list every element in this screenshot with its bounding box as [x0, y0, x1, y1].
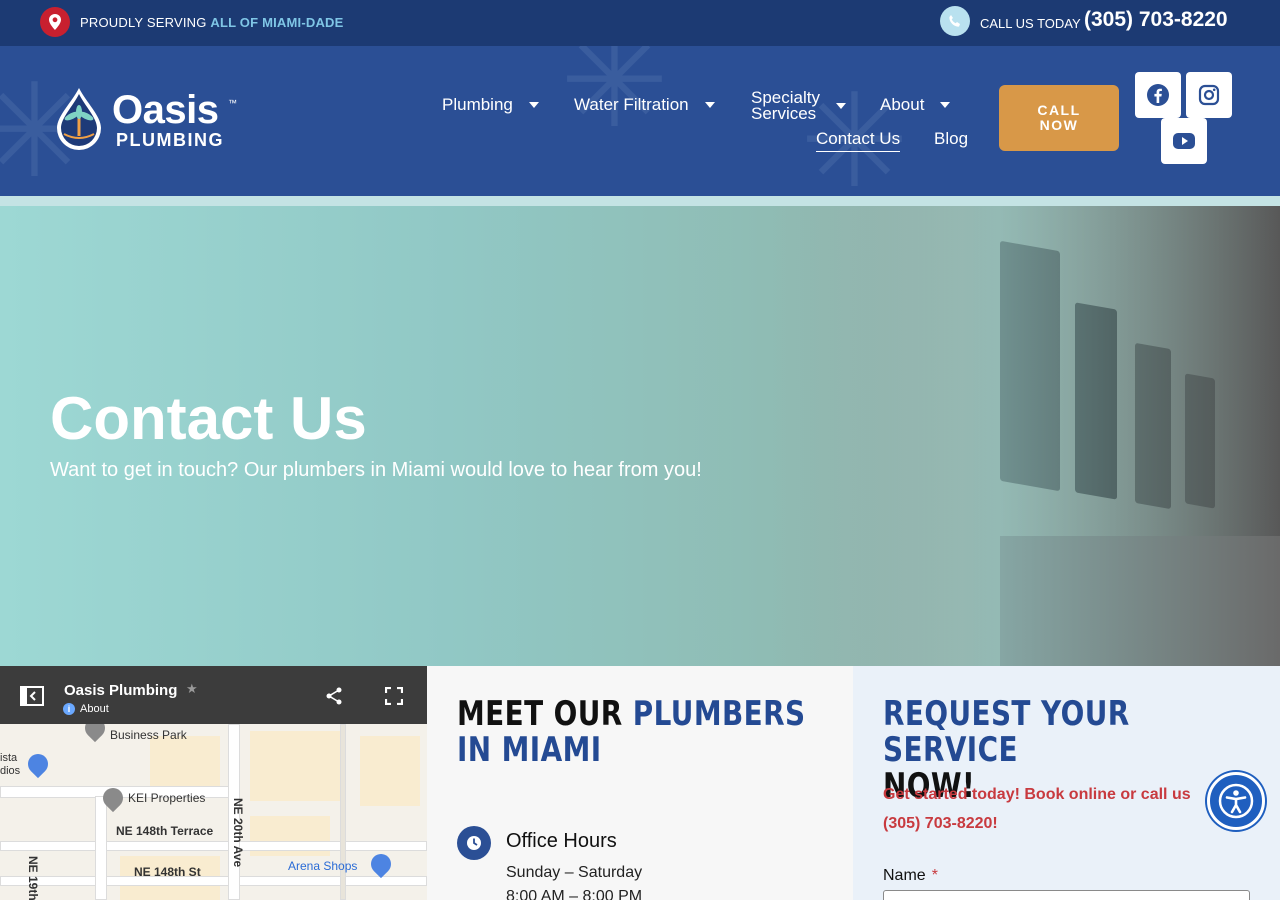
nav-water-filtration[interactable]: Water Filtration	[574, 95, 715, 115]
location-pin-icon	[40, 7, 70, 37]
map-label: KEI Properties	[128, 791, 206, 805]
required-marker: *	[931, 867, 938, 884]
request-text-body: Get started today! Book online or call u…	[883, 786, 1191, 803]
nav-plumbing-label: Plumbing	[442, 95, 513, 114]
caret-down-icon	[704, 102, 715, 108]
map-label: NE 19th Ave	[26, 856, 40, 900]
request-phone-suffix: !	[992, 815, 998, 832]
map-place-title[interactable]: Oasis Plumbing	[64, 682, 177, 699]
call-us-label: CALL US TODAY	[980, 16, 1081, 31]
info-icon: i	[63, 703, 75, 715]
nav-plumbing[interactable]: Plumbing	[442, 95, 539, 115]
site-logo[interactable]: Oasis ™ PLUMBING	[54, 84, 244, 154]
nav-blog-label: Blog	[934, 129, 969, 148]
fullscreen-icon[interactable]	[385, 687, 403, 705]
map-label: NE 148th Terrace	[116, 824, 214, 838]
instagram-link[interactable]	[1186, 72, 1232, 118]
youtube-icon	[1173, 133, 1195, 149]
call-now-button[interactable]: CALL NOW	[999, 85, 1119, 151]
nav-specialty-services[interactable]: Specialty Services	[751, 89, 820, 123]
top-bar: PROUDLY SERVING ALL OF MIAMI-DADE CALL U…	[0, 0, 1280, 46]
logo-wordmark: Oasis	[112, 88, 219, 132]
office-days: Sunday – Saturday	[506, 864, 643, 881]
call-now-line1: CALL	[1037, 102, 1081, 118]
request-heading-blue: REQUEST YOUR SERVICE	[883, 694, 1130, 770]
map-label: Business Park	[110, 728, 187, 742]
map-label: Arena Shops	[288, 859, 358, 873]
nav-about[interactable]: About	[880, 95, 951, 115]
map-road	[95, 796, 107, 900]
nav-contact-label: Contact Us	[816, 129, 901, 152]
office-hours-time: 8:00 AM – 8:00 PM	[506, 888, 643, 900]
clock-icon	[457, 826, 491, 860]
hero-subtitle: Want to get in touch? Our plumbers in Mi…	[50, 459, 702, 481]
nav-blog[interactable]: Blog	[934, 129, 968, 149]
map-about-label: About	[80, 703, 109, 715]
map-road	[0, 841, 427, 851]
accessibility-button[interactable]	[1207, 772, 1265, 830]
map-road	[340, 724, 346, 900]
meet-heading: MEET OUR PLUMBERS IN MIAMI	[457, 696, 842, 768]
name-field-label: Name *	[883, 867, 938, 885]
accessibility-icon	[1218, 783, 1254, 819]
meet-heading-black: MEET OUR	[457, 694, 623, 734]
share-icon[interactable]	[325, 687, 343, 705]
logo-trademark: ™	[228, 98, 237, 108]
map-about-link[interactable]: i About	[63, 703, 109, 715]
youtube-link[interactable]	[1161, 118, 1207, 164]
google-map-embed[interactable]: Business Park ista dios KEI Properties N…	[0, 666, 427, 900]
facebook-link[interactable]	[1135, 72, 1181, 118]
caret-down-icon	[940, 102, 951, 108]
hero-banner: Contact Us Want to get in touch? Our plu…	[0, 206, 1280, 666]
map-block	[250, 731, 340, 801]
office-hours-label: Office Hours	[506, 830, 617, 852]
request-text: Get started today! Book online or call u…	[883, 780, 1233, 838]
facebook-icon	[1147, 84, 1169, 106]
instagram-icon	[1198, 84, 1220, 106]
nav-specialty-label-line2: Services	[751, 104, 817, 123]
star-icon[interactable]: ★	[186, 681, 198, 697]
logo-subtitle: PLUMBING	[116, 130, 224, 150]
map-label: dios	[0, 765, 21, 777]
expand-sidebar-icon[interactable]	[20, 686, 44, 706]
site-header: ✳ ✳ ✳ Oasis ™ PLUMBING Plumbing Water Fi…	[0, 46, 1280, 196]
serving-prefix: PROUDLY SERVING	[80, 15, 207, 30]
caret-down-icon	[836, 103, 846, 109]
map-road	[0, 876, 427, 886]
meet-plumbers-section: MEET OUR PLUMBERS IN MIAMI Office Hours …	[427, 666, 853, 900]
nav-contact-us[interactable]: Contact Us	[816, 129, 901, 152]
map-label: NE 20th Ave	[231, 798, 245, 868]
call-now-line2: NOW	[1039, 117, 1079, 133]
request-phone-link[interactable]: (305) 703-8220	[883, 815, 992, 832]
name-label-text: Name	[883, 867, 926, 884]
map-label: NE 148th St	[134, 865, 201, 879]
top-phone-link[interactable]: (305) 703-8220	[1084, 8, 1228, 32]
map-label: ista	[0, 752, 18, 764]
header-divider	[0, 196, 1280, 206]
map-block	[360, 736, 420, 806]
name-input[interactable]	[883, 890, 1250, 900]
nav-about-label: About	[880, 95, 925, 114]
oasis-drop-icon	[57, 88, 101, 150]
caret-down-icon	[528, 102, 539, 108]
service-area-text: PROUDLY SERVING ALL OF MIAMI-DADE	[80, 15, 344, 30]
serving-area: ALL OF MIAMI-DADE	[210, 15, 344, 30]
map-header: Oasis Plumbing ★ i About	[0, 666, 427, 724]
nav-water-filtration-label: Water Filtration	[574, 95, 689, 114]
page-title: Contact Us	[50, 385, 367, 452]
phone-icon	[940, 6, 970, 36]
